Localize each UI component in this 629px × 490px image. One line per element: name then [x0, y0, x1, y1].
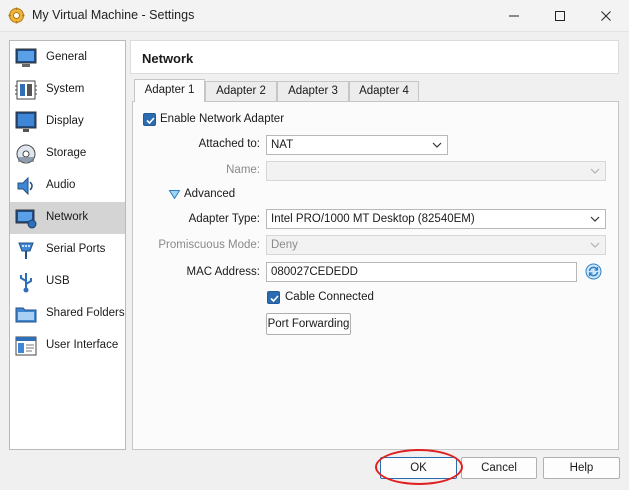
chevron-down-icon — [432, 142, 442, 148]
attached-to-value: NAT — [271, 139, 294, 151]
adapter-type-value: Intel PRO/1000 MT Desktop (82540EM) — [271, 213, 475, 225]
cancel-button[interactable]: Cancel — [461, 457, 537, 479]
serial-port-icon — [18, 242, 34, 259]
maximize-icon — [555, 11, 565, 21]
name-select[interactable] — [266, 161, 606, 181]
virtualbox-gear-icon — [8, 7, 25, 24]
advanced-toggle-label[interactable]: Advanced — [184, 188, 235, 200]
sidebar-item-label: User Interface — [46, 339, 119, 351]
enable-adapter-checkbox[interactable] — [143, 113, 156, 126]
maximize-button[interactable] — [537, 0, 583, 32]
sidebar-item-audio[interactable]: Audio — [10, 170, 125, 202]
name-label: Name: — [226, 164, 260, 176]
storage-disk-icon — [16, 144, 36, 164]
attached-to-label: Attached to: — [198, 138, 260, 150]
sidebar-item-storage[interactable]: Storage — [10, 138, 125, 170]
chevron-down-icon — [590, 168, 600, 174]
sidebar-item-general[interactable]: General — [10, 42, 125, 74]
sidebar-item-shared-folders[interactable]: Shared Folders — [10, 298, 125, 330]
tab-adapter-4[interactable]: Adapter 4 — [349, 81, 419, 101]
sidebar-item-label: USB — [46, 275, 70, 287]
tab-adapter-2[interactable]: Adapter 2 — [205, 81, 277, 101]
cable-connected-label[interactable]: Cable Connected — [285, 291, 374, 303]
enable-adapter-label[interactable]: Enable Network Adapter — [160, 113, 284, 125]
minimize-icon — [509, 15, 519, 17]
sidebar-item-label: Display — [46, 115, 84, 127]
checkmark-icon — [146, 117, 155, 125]
minimize-button[interactable] — [491, 0, 537, 32]
window-title: My Virtual Machine - Settings — [32, 8, 195, 22]
close-button[interactable] — [583, 0, 629, 32]
audio-speaker-icon — [17, 176, 33, 196]
page-header: Network — [130, 40, 619, 74]
expand-triangle-icon[interactable] — [169, 190, 180, 199]
sidebar-item-label: System — [46, 83, 85, 95]
network-icon — [15, 209, 37, 229]
cable-connected-checkbox[interactable] — [267, 291, 280, 304]
close-icon — [601, 11, 611, 21]
sidebar-item-usb[interactable]: USB — [10, 266, 125, 298]
title-bar: My Virtual Machine - Settings — [0, 0, 629, 32]
adapter-type-label: Adapter Type: — [188, 213, 260, 225]
attached-to-select[interactable]: NAT — [266, 135, 448, 155]
sidebar-item-label: General — [46, 51, 87, 63]
sidebar-item-system[interactable]: System — [10, 74, 125, 106]
tab-adapter-1[interactable]: Adapter 1 — [134, 79, 205, 102]
port-forwarding-button[interactable]: Port Forwarding — [266, 313, 351, 335]
adapter-type-select[interactable]: Intel PRO/1000 MT Desktop (82540EM) — [266, 209, 606, 229]
sidebar-item-display[interactable]: Display — [10, 106, 125, 138]
checkmark-icon — [270, 295, 279, 303]
sidebar-item-label: Network — [46, 211, 89, 223]
shared-folder-icon — [15, 307, 37, 323]
chevron-down-icon — [590, 216, 600, 222]
system-chip-icon — [15, 80, 37, 100]
mac-address-label: MAC Address: — [186, 266, 261, 278]
sidebar-item-label: Serial Ports — [46, 243, 106, 255]
sidebar-item-serial-ports[interactable]: Serial Ports — [10, 234, 125, 266]
user-interface-icon — [15, 336, 37, 356]
tab-adapter-3[interactable]: Adapter 3 — [277, 81, 349, 101]
mac-address-input[interactable]: 080027CEDEDD — [266, 262, 577, 282]
sidebar-item-label: Shared Folders — [46, 307, 125, 319]
chevron-down-icon — [590, 242, 600, 248]
usb-icon — [20, 273, 32, 293]
settings-sidebar: General System Display Storage Audio Net… — [9, 40, 126, 450]
sidebar-item-label: Storage — [46, 147, 87, 159]
refresh-mac-icon[interactable] — [585, 263, 602, 280]
promiscuous-mode-value: Deny — [271, 239, 298, 251]
page-title: Network — [142, 51, 194, 66]
sidebar-item-user-interface[interactable]: User Interface — [10, 330, 125, 362]
promiscuous-mode-select[interactable]: Deny — [266, 235, 606, 255]
ok-highlight-callout — [375, 449, 463, 485]
sidebar-item-label: Audio — [46, 179, 76, 191]
promiscuous-mode-label: Promiscuous Mode: — [158, 239, 260, 251]
display-monitor-icon — [15, 111, 37, 132]
general-monitor-icon — [15, 48, 37, 67]
sidebar-item-network[interactable]: Network — [10, 202, 125, 234]
help-button[interactable]: Help — [543, 457, 620, 479]
mac-address-value: 080027CEDEDD — [271, 266, 358, 278]
